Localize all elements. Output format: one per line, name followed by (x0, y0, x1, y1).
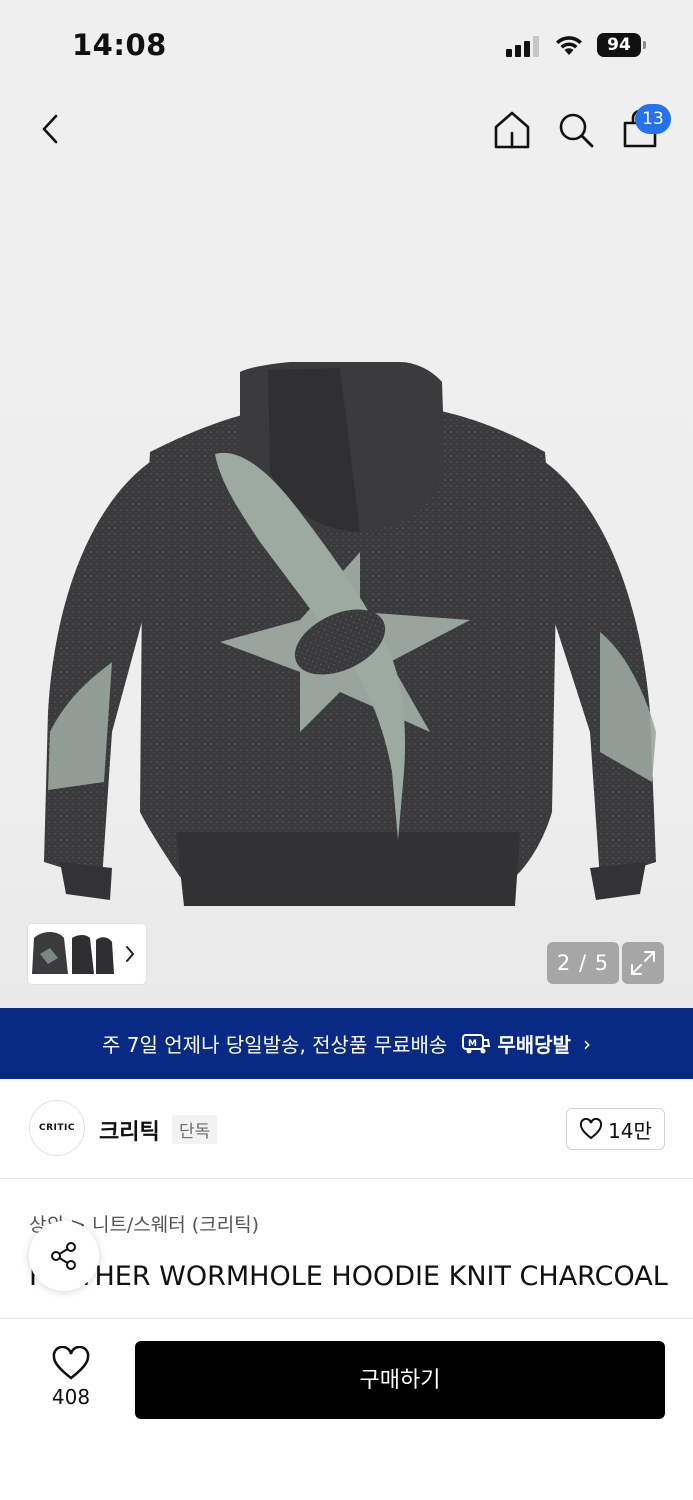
thumbnail-strip[interactable] (28, 924, 146, 984)
wifi-icon (556, 36, 582, 55)
promo-text: 주 7일 언제나 당일발송, 전상품 무료배송 (102, 1033, 448, 1057)
search-icon[interactable] (556, 110, 596, 150)
expand-button[interactable] (622, 942, 664, 984)
brand-logo[interactable]: CRITIC (29, 1100, 85, 1156)
cart-count-badge: 13 (635, 104, 671, 134)
chevron-right-icon (126, 946, 135, 962)
image-counter: 2 / 5 (547, 942, 619, 984)
promo-banner[interactable]: 주 7일 언제나 당일발송, 전상품 무료배송 M 무배당발 › (0, 1008, 693, 1079)
home-icon[interactable] (491, 109, 533, 151)
share-button[interactable] (29, 1221, 99, 1291)
product-title: FEATHER WORMHOLE HOODIE KNIT CHARCOAL (29, 1261, 668, 1292)
product-image-gallery[interactable]: 2 / 5 (0, 172, 693, 1008)
brand-name[interactable]: 크리틱 (99, 1114, 160, 1146)
chevron-right-icon: › (582, 1031, 591, 1056)
battery-icon: 94 (597, 33, 641, 57)
svg-text:M: M (468, 1039, 477, 1049)
status-time: 14:08 (72, 28, 167, 62)
heart-icon (580, 1118, 603, 1140)
product-image (44, 362, 656, 906)
exclusive-tag: 단독 (172, 1115, 218, 1144)
share-icon (51, 1242, 76, 1270)
wishlist-heart-icon[interactable] (51, 1346, 91, 1382)
top-nav (0, 92, 693, 172)
thumbnail-image (32, 932, 114, 974)
battery-cap (643, 41, 646, 49)
wishlist-count: 408 (51, 1385, 91, 1409)
promo-brand: 무배당발 (497, 1033, 571, 1057)
brand-like-count: 14만 (608, 1118, 652, 1143)
brand-row: CRITIC 크리틱 단독 14만 (0, 1079, 693, 1179)
buy-button[interactable]: 구매하기 (135, 1341, 665, 1419)
status-bar: 14:08 94 (0, 0, 693, 92)
cellular-signal-icon (506, 36, 539, 57)
brand-like-button[interactable]: 14만 (566, 1108, 665, 1150)
bottom-action-bar: 408 구매하기 (0, 1318, 693, 1500)
chevron-left-icon[interactable] (32, 110, 72, 150)
expand-icon (631, 951, 655, 975)
delivery-truck-icon: M (462, 1033, 491, 1053)
